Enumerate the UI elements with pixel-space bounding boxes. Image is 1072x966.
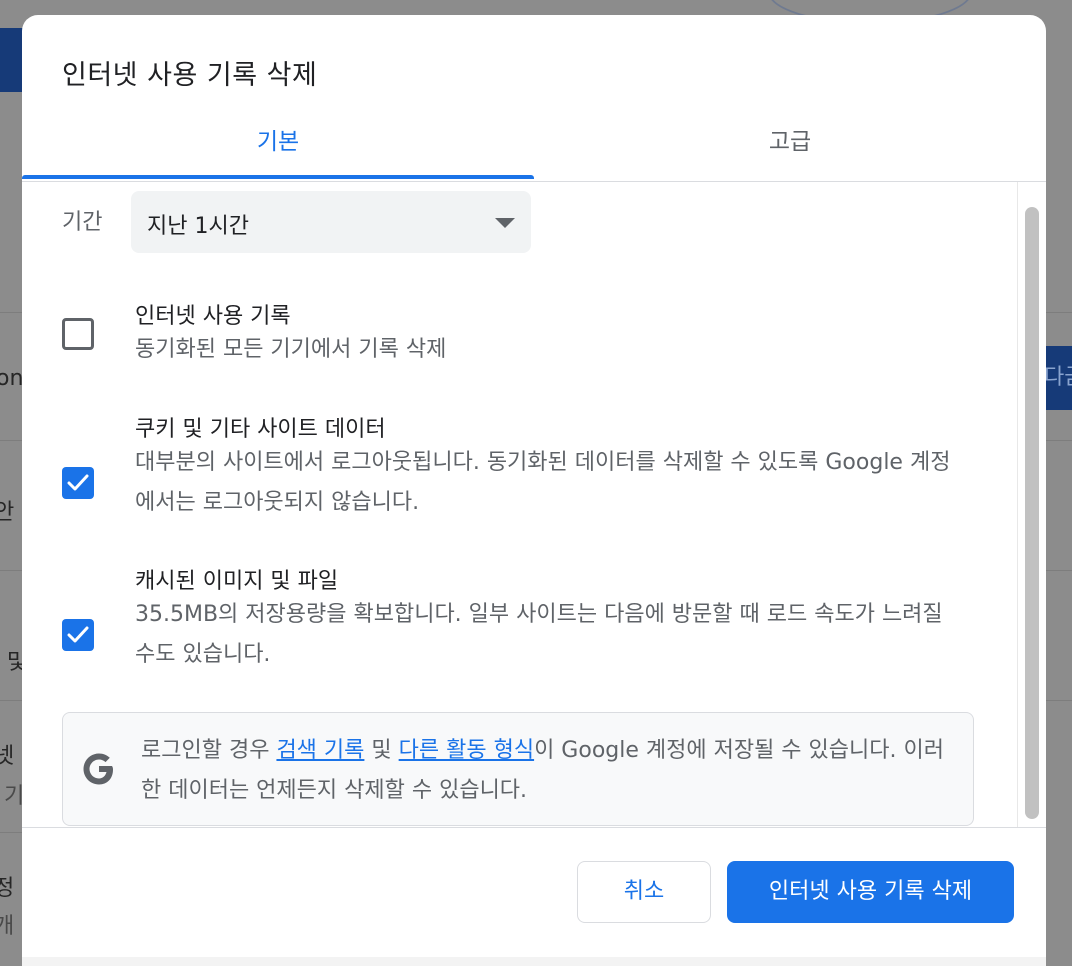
background-text: 안 [0, 500, 15, 525]
time-range-label: 기간 [62, 210, 103, 235]
background-header-strip [0, 28, 24, 92]
option-description: 대부분의 사이트에서 로그아웃됩니다. 동기화된 데이터를 삭제할 수 있도록 … [135, 450, 951, 515]
background-text: on [0, 366, 24, 391]
tab-bar: 기본 고급 [22, 118, 1046, 182]
cancel-button[interactable]: 취소 [577, 861, 711, 923]
background-divider [0, 570, 24, 571]
checkmark-icon [67, 626, 89, 643]
tab-basic[interactable]: 기본 [22, 118, 534, 182]
cookies-checkbox[interactable] [62, 467, 94, 499]
option-cookies: 쿠키 및 기타 사이트 데이터 대부분의 사이트에서 로그아웃됩니다. 동기화된… [22, 407, 1022, 537]
google-account-info-box: 로그인할 경우 검색 기록 및 다른 활동 형식이 Google 계정에 저장될… [62, 712, 974, 826]
dialog-title: 인터넷 사용 기록 삭제 [62, 60, 318, 91]
background-divider [0, 700, 24, 701]
background-divider [0, 312, 24, 313]
info-text-prefix: 로그인할 경우 [141, 738, 277, 763]
clear-browsing-data-dialog: 인터넷 사용 기록 삭제 기본 고급 기간 지난 1시간 인터넷 사용 기록 동… [22, 15, 1046, 966]
other-activity-link[interactable]: 다른 활동 형식 [399, 738, 534, 763]
dialog-content: 기간 지난 1시간 인터넷 사용 기록 동기화된 모든 기기에서 기록 삭제 쿠… [22, 182, 1046, 827]
background-divider [1046, 312, 1072, 313]
background-divider [1046, 440, 1072, 441]
background-divider [1046, 570, 1072, 571]
background-divider [0, 832, 24, 833]
option-title: 쿠키 및 기타 사이트 데이터 [135, 417, 386, 442]
scrollbar-thumb[interactable] [1025, 207, 1039, 819]
option-browsing-history: 인터넷 사용 기록 동기화된 모든 기기에서 기록 삭제 [22, 294, 1022, 384]
background-button: 다금 [1044, 346, 1072, 410]
background-divider [1046, 700, 1072, 701]
background-text: 개 [0, 914, 15, 939]
background-button-label: 다금 [1044, 365, 1072, 390]
dialog-bottom-edge [22, 957, 1046, 966]
background-text: · 기 [0, 784, 25, 809]
info-text-middle: 및 [364, 738, 399, 763]
background-text: 넷 [0, 744, 15, 769]
option-title: 인터넷 사용 기록 [135, 304, 291, 329]
footer-divider [22, 827, 1046, 828]
tab-advanced[interactable]: 고급 [534, 118, 1046, 182]
option-cache: 캐시된 이미지 및 파일 35.5MB의 저장용량을 확보합니다. 일부 사이트… [22, 559, 1022, 689]
browsing-history-checkbox[interactable] [62, 318, 94, 350]
option-description: 35.5MB의 저장용량을 확보합니다. 일부 사이트는 다음에 방문할 때 로… [135, 602, 943, 667]
checkmark-icon [67, 474, 89, 491]
google-g-icon [83, 753, 113, 785]
info-text: 로그인할 경우 검색 기록 및 다른 활동 형식이 Google 계정에 저장될… [141, 731, 961, 811]
option-description: 동기화된 모든 기기에서 기록 삭제 [135, 337, 447, 362]
clear-data-button[interactable]: 인터넷 사용 기록 삭제 [727, 861, 1014, 923]
tab-selected-indicator [22, 175, 534, 179]
search-history-link[interactable]: 검색 기록 [276, 738, 364, 763]
background-divider [0, 440, 24, 441]
option-title: 캐시된 이미지 및 파일 [135, 569, 339, 594]
time-range-value: 지난 1시간 [147, 214, 249, 239]
dropdown-caret-icon [495, 218, 515, 228]
background-text: 정 [0, 876, 15, 901]
cache-checkbox[interactable] [62, 619, 94, 651]
time-range-select[interactable]: 지난 1시간 [131, 191, 531, 253]
